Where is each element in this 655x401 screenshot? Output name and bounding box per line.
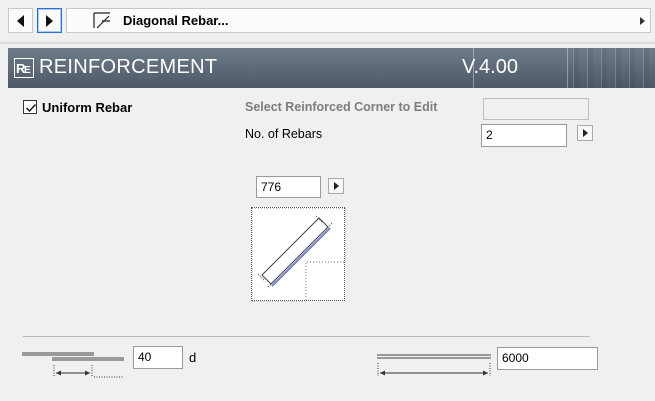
page-dropdown-arrow-icon — [640, 17, 645, 25]
reinforcement-logo-icon: R E — [14, 58, 34, 78]
overlap-length-icon — [22, 352, 124, 378]
uniform-rebar-label: Uniform Rebar — [42, 100, 133, 115]
bar-length-input[interactable]: 6000 — [497, 347, 598, 370]
toolbar: Diagonal Rebar... — [0, 0, 655, 44]
svg-text:E: E — [24, 65, 31, 76]
uniform-rebar-checkbox[interactable] — [23, 100, 37, 114]
no-of-rebars-input[interactable]: 2 — [481, 124, 567, 147]
rebar-length-stepper-button[interactable] — [328, 178, 344, 194]
page-title: Diagonal Rebar... — [123, 13, 229, 28]
banner-title: REINFORCEMENT — [39, 56, 218, 78]
header-banner: R E REINFORCEMENT V.4.00 — [8, 48, 655, 88]
previous-page-button[interactable] — [8, 8, 33, 33]
version-label: V.4.00 — [462, 56, 518, 78]
no-of-rebars-label: No. of Rebars — [245, 127, 323, 141]
diagonal-rebar-icon — [93, 12, 110, 29]
next-page-button[interactable] — [37, 8, 62, 33]
select-corner-field — [483, 98, 589, 120]
rebar-length-input[interactable]: 776 — [256, 176, 321, 198]
checkmark-icon — [26, 104, 37, 113]
corner-rebar-preview[interactable] — [251, 207, 347, 303]
bar-length-icon — [377, 354, 491, 376]
no-of-rebars-stepper-button[interactable] — [577, 125, 593, 141]
section-divider — [23, 336, 590, 337]
overlap-unit-label: d — [189, 350, 197, 365]
arrow-left-icon — [17, 14, 24, 27]
overlap-input[interactable]: 40 — [133, 346, 183, 369]
arrow-right-icon — [46, 14, 53, 27]
toolbar-divider — [0, 42, 655, 44]
banner-decoration — [565, 48, 655, 88]
corner-rebar-diagram — [251, 207, 347, 303]
select-corner-label: Select Reinforced Corner to Edit — [245, 100, 438, 114]
page-selector[interactable]: Diagonal Rebar... — [66, 8, 651, 33]
